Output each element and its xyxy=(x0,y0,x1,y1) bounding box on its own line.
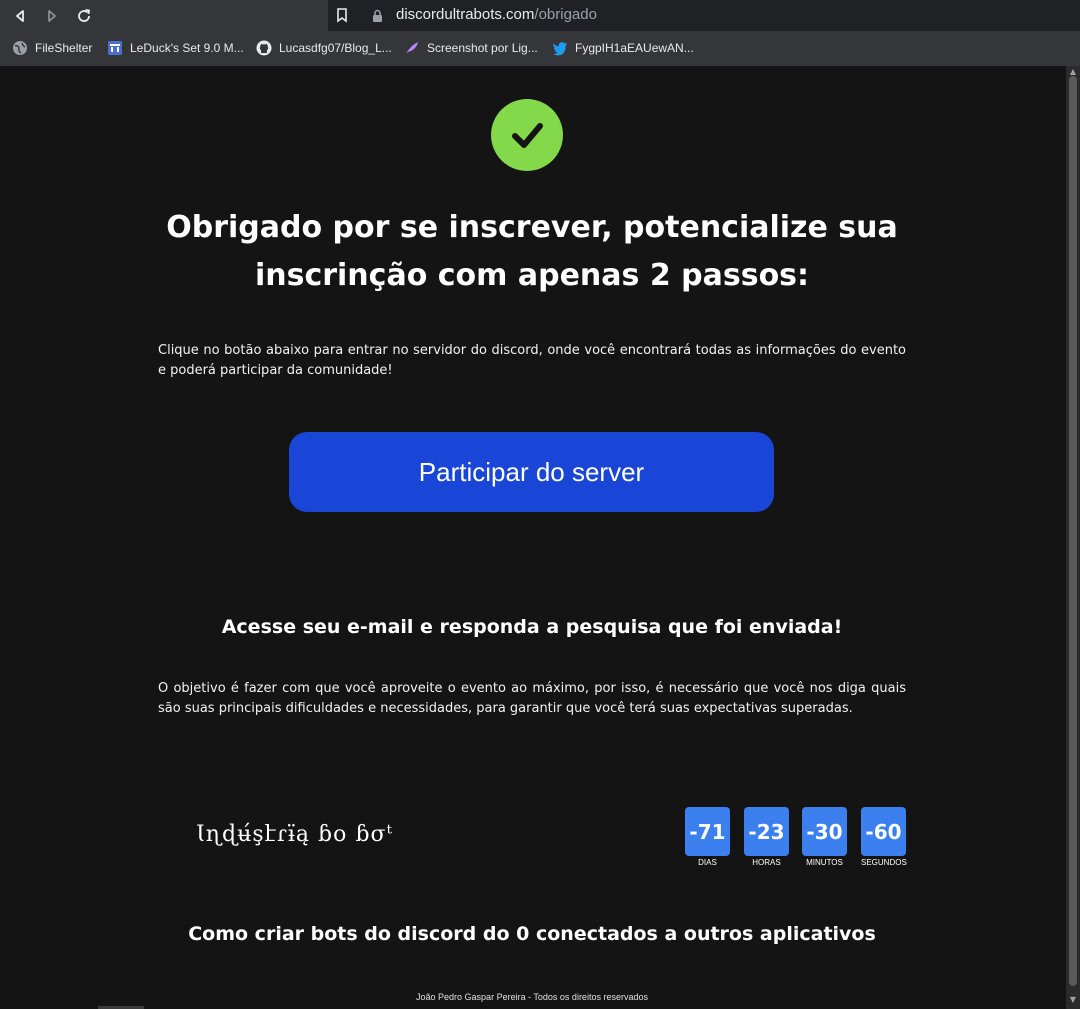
footer-copyright: João Pedro Gaspar Pereira - Todos os dir… xyxy=(416,992,648,1002)
success-check-icon xyxy=(491,99,563,171)
bookmark-label: LeDuck's Set 9.0 M... xyxy=(130,41,244,55)
countdown-label: HORAS xyxy=(752,858,781,867)
forward-arrow-icon xyxy=(48,10,56,22)
countdown-value: -60 xyxy=(861,807,906,856)
reload-icon xyxy=(78,9,91,22)
bookmark-github[interactable]: Lucasdfg07/Blog_L... xyxy=(256,39,392,57)
email-heading: Acesse seu e-mail e responda a pesquisa … xyxy=(221,616,843,638)
bookmark-label: Screenshot por Lig... xyxy=(427,41,538,55)
countdown-value: -23 xyxy=(744,807,789,856)
intro-text: Clique no botão abaixo para entrar no se… xyxy=(158,343,906,378)
page-title: Obrigado por se inscrever, potencialize … xyxy=(166,210,898,293)
back-arrow-icon xyxy=(16,10,24,22)
scrollbar-thumb[interactable] xyxy=(1069,76,1077,986)
page-content: Obrigado por se inscrever, potencialize … xyxy=(0,66,1066,1009)
bookmark-twitter[interactable]: FygpIH1aEAUewAN... xyxy=(552,39,694,57)
countdown-days: -71 DIAS xyxy=(685,807,730,867)
bookmark-star-icon[interactable] xyxy=(335,7,349,27)
url-domain: discordultrabots.com xyxy=(396,6,535,23)
countdown-value: -71 xyxy=(685,807,730,856)
url-text: discordultrabots.com/obrigado xyxy=(396,6,597,23)
back-button[interactable] xyxy=(10,6,30,26)
bookmark-leduck[interactable]: LeDuck's Set 9.0 M... xyxy=(107,39,244,57)
address-bar[interactable]: discordultrabots.com/obrigado xyxy=(328,0,1080,31)
brand-logo-text: Ɩɳɖʉ́şէɾɨ̈ą ɓօ ɓσᵗ xyxy=(196,822,393,847)
reload-button[interactable] xyxy=(74,6,94,26)
bookmark-label: Lucasdfg07/Blog_L... xyxy=(279,41,392,55)
vertical-scrollbar[interactable]: ▲ ▼ xyxy=(1066,66,1080,1009)
trello-icon xyxy=(107,40,123,56)
bookmark-label: FygpIH1aEAUewAN... xyxy=(575,41,694,55)
scroll-up-arrow-icon[interactable]: ▲ xyxy=(1069,68,1077,76)
event-title: Como criar bots do discord do 0 conectad… xyxy=(188,923,876,945)
feather-icon xyxy=(404,40,420,56)
bookmarks-bar: FileShelter LeDuck's Set 9.0 M... Lucasd… xyxy=(0,31,1080,67)
bookmark-screenshot[interactable]: Screenshot por Lig... xyxy=(404,39,538,57)
github-icon xyxy=(256,40,272,56)
countdown-label: SEGUNDOS xyxy=(861,858,907,867)
twitter-icon xyxy=(552,40,568,56)
countdown-value: -30 xyxy=(802,807,847,856)
join-server-button[interactable]: Participar do server xyxy=(289,432,774,512)
countdown-seconds: -60 SEGUNDOS xyxy=(861,807,907,867)
countdown-label: MINUTOS xyxy=(806,858,843,867)
email-text: O objetivo é fazer com que você aproveit… xyxy=(158,681,906,716)
countdown-label: DIAS xyxy=(698,858,717,867)
url-path: /obrigado xyxy=(534,6,597,23)
scroll-down-arrow-icon[interactable]: ▼ xyxy=(1069,996,1077,1004)
globe-icon xyxy=(12,40,28,56)
bookmark-fileshelter[interactable]: FileShelter xyxy=(12,39,92,57)
forward-button[interactable] xyxy=(42,6,62,26)
browser-toolbar: discordultrabots.com/obrigado xyxy=(0,0,1080,31)
bookmark-label: FileShelter xyxy=(35,41,93,55)
countdown-hours: -23 HORAS xyxy=(744,807,789,867)
lock-icon xyxy=(372,8,383,27)
countdown-minutes: -30 MINUTOS xyxy=(802,807,847,867)
